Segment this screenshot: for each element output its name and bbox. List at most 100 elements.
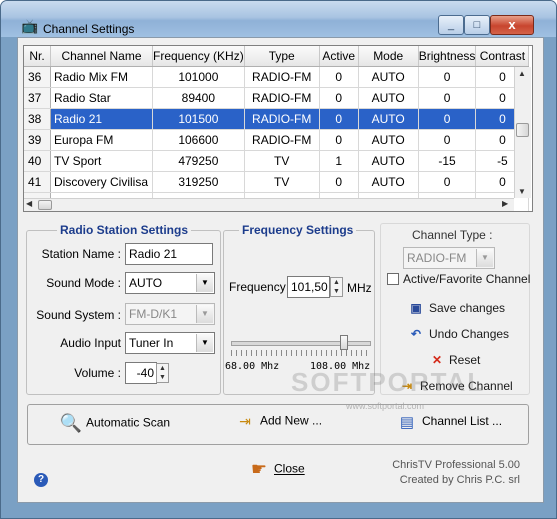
table-cell-active[interactable]: 0 bbox=[319, 108, 359, 130]
chevron-down-icon[interactable]: ▼ bbox=[196, 334, 213, 352]
table-vertical-scrollbar[interactable]: ▲ ▼ bbox=[514, 67, 531, 198]
chevron-down-icon[interactable]: ▼ bbox=[196, 305, 213, 323]
table-cell-freq[interactable]: 106600 bbox=[152, 129, 245, 151]
horizontal-scroll-thumb[interactable] bbox=[38, 200, 52, 210]
table-cell-mode[interactable]: AUTO bbox=[358, 108, 419, 130]
maximize-button[interactable]: □ bbox=[464, 15, 490, 35]
column-header-contrast[interactable]: Contrast bbox=[475, 46, 530, 67]
table-cell-name[interactable]: Europa FM bbox=[50, 129, 153, 151]
sound-system-select[interactable]: FM-D/K1 ▼ bbox=[125, 303, 215, 325]
table-row[interactable]: 41 Discovery Civilisa 319250 TV 0 AUTO 0 0 bbox=[24, 171, 530, 193]
frequency-slider-thumb[interactable] bbox=[340, 335, 349, 350]
radio-station-settings-title: Radio Station Settings bbox=[57, 223, 192, 237]
title-bar[interactable]: 📺 Channel Settings _ □ x bbox=[1, 1, 556, 37]
table-cell-active[interactable]: 0 bbox=[319, 129, 359, 151]
table-cell-name[interactable]: Discovery Civilisa bbox=[50, 171, 153, 193]
column-header-nr[interactable]: Nr. bbox=[24, 46, 51, 67]
audio-input-select[interactable]: Tuner In ▼ bbox=[125, 332, 215, 354]
table-cell-freq[interactable]: 101500 bbox=[152, 108, 245, 130]
chevron-down-icon[interactable]: ▼ bbox=[196, 274, 213, 292]
spin-down-icon[interactable]: ▼ bbox=[331, 287, 342, 296]
table-cell-brightness[interactable]: -15 bbox=[418, 150, 477, 172]
column-header-active[interactable]: Active bbox=[319, 46, 359, 67]
table-cell-brightness[interactable]: 0 bbox=[418, 66, 477, 88]
spin-down-icon[interactable]: ▼ bbox=[157, 373, 168, 382]
table-cell-brightness[interactable]: 0 bbox=[418, 129, 477, 151]
table-cell-name[interactable]: Radio Star bbox=[50, 87, 153, 109]
table-cell-nr[interactable]: 37 bbox=[24, 87, 51, 109]
table-cell-active[interactable]: 0 bbox=[319, 66, 359, 88]
table-cell-nr[interactable]: 41 bbox=[24, 171, 51, 193]
table-cell-type[interactable]: RADIO-FM bbox=[244, 66, 320, 88]
table-row[interactable]: 36 Radio Mix FM 101000 RADIO-FM 0 AUTO 0 0 bbox=[24, 66, 530, 88]
table-cell-active[interactable]: 1 bbox=[319, 150, 359, 172]
table-cell-brightness[interactable]: 0 bbox=[418, 171, 477, 193]
vertical-scroll-thumb[interactable] bbox=[516, 123, 529, 137]
channel-type-select[interactable]: RADIO-FM ▼ bbox=[403, 247, 495, 269]
close-button[interactable]: ☛ Close bbox=[247, 459, 305, 480]
column-header-channel-name[interactable]: Channel Name bbox=[50, 46, 153, 67]
scroll-up-arrow-icon[interactable]: ▲ bbox=[518, 69, 526, 78]
spin-up-icon[interactable]: ▲ bbox=[331, 278, 342, 287]
column-header-frequency[interactable]: Frequency (KHz) bbox=[152, 46, 245, 67]
column-header-brightness[interactable]: Brightness bbox=[418, 46, 477, 67]
table-cell-type[interactable]: RADIO-FM bbox=[244, 129, 320, 151]
table-cell-brightness[interactable]: 0 bbox=[418, 108, 477, 130]
table-cell-nr[interactable]: 36 bbox=[24, 66, 51, 88]
help-icon[interactable]: ? bbox=[34, 473, 48, 487]
frequency-input[interactable]: 101,50 bbox=[287, 276, 330, 298]
table-cell-mode[interactable]: AUTO bbox=[358, 66, 419, 88]
minimize-button[interactable]: _ bbox=[438, 15, 464, 35]
table-cell-nr[interactable]: 40 bbox=[24, 150, 51, 172]
undo-changes-button[interactable]: ↶ Undo Changes bbox=[408, 327, 509, 341]
active-favorite-label[interactable]: Active/Favorite Channel bbox=[403, 272, 530, 286]
table-cell-freq[interactable]: 101000 bbox=[152, 66, 245, 88]
table-cell-brightness[interactable]: 0 bbox=[418, 87, 477, 109]
table-cell-freq[interactable]: 89400 bbox=[152, 87, 245, 109]
table-row[interactable]: 40 TV Sport 479250 TV 1 AUTO -15 -5 bbox=[24, 150, 530, 172]
table-cell-mode[interactable]: AUTO bbox=[358, 171, 419, 193]
scroll-down-arrow-icon[interactable]: ▼ bbox=[518, 187, 526, 196]
spin-up-icon[interactable]: ▲ bbox=[157, 364, 168, 373]
scroll-right-arrow-icon[interactable]: ▶ bbox=[502, 199, 508, 208]
table-cell-type[interactable]: TV bbox=[244, 171, 320, 193]
table-cell-nr[interactable]: 39 bbox=[24, 129, 51, 151]
table-cell-name[interactable]: Radio Mix FM bbox=[50, 66, 153, 88]
table-cell-type[interactable]: TV bbox=[244, 150, 320, 172]
volume-spinner[interactable]: ▲ ▼ bbox=[156, 363, 169, 383]
table-cell-freq[interactable]: 479250 bbox=[152, 150, 245, 172]
scroll-left-arrow-icon[interactable]: ◀ bbox=[26, 199, 32, 208]
table-cell-name[interactable]: TV Sport bbox=[50, 150, 153, 172]
station-name-input[interactable]: Radio 21 bbox=[125, 243, 213, 265]
volume-input[interactable]: -40 bbox=[125, 362, 157, 384]
table-row[interactable]: 38 Radio 21 101500 RADIO-FM 0 AUTO 0 0 bbox=[24, 108, 530, 130]
chevron-down-icon[interactable]: ▼ bbox=[476, 249, 493, 267]
add-new-button[interactable]: ⇥ Add New ... bbox=[233, 413, 322, 430]
close-window-button[interactable]: x bbox=[490, 15, 534, 35]
table-cell-active[interactable]: 0 bbox=[319, 87, 359, 109]
table-row[interactable]: 37 Radio Star 89400 RADIO-FM 0 AUTO 0 0 bbox=[24, 87, 530, 109]
table-cell-mode[interactable]: AUTO bbox=[358, 150, 419, 172]
table-cell-mode[interactable]: AUTO bbox=[358, 87, 419, 109]
undo-icon: ↶ bbox=[410, 327, 422, 341]
table-horizontal-scrollbar[interactable]: ◀ ▶ bbox=[24, 198, 514, 211]
channel-list-button[interactable]: ▤ Channel List ... bbox=[395, 413, 502, 431]
frequency-slider-track[interactable] bbox=[231, 341, 371, 346]
table-cell-active[interactable]: 0 bbox=[319, 171, 359, 193]
table-cell-mode[interactable]: AUTO bbox=[358, 129, 419, 151]
sound-mode-select[interactable]: AUTO ▼ bbox=[125, 272, 215, 294]
save-changes-button[interactable]: ▣ Save changes bbox=[408, 301, 505, 315]
table-cell-type[interactable]: RADIO-FM bbox=[244, 87, 320, 109]
table-cell-freq[interactable]: 319250 bbox=[152, 171, 245, 193]
automatic-scan-button[interactable]: 🔍 Automatic Scan bbox=[59, 413, 170, 434]
frequency-spinner[interactable]: ▲ ▼ bbox=[330, 277, 343, 297]
channel-table[interactable]: Nr. Channel Name Frequency (KHz) Type Ac… bbox=[23, 45, 533, 212]
column-header-type[interactable]: Type bbox=[244, 46, 320, 67]
active-favorite-checkbox[interactable] bbox=[387, 273, 399, 285]
table-cell-type[interactable]: RADIO-FM bbox=[244, 108, 320, 130]
table-cell-nr[interactable]: 38 bbox=[24, 108, 51, 130]
column-header-mode[interactable]: Mode bbox=[358, 46, 419, 67]
table-cell-name[interactable]: Radio 21 bbox=[50, 108, 153, 130]
reset-button[interactable]: ✕ Reset bbox=[429, 353, 480, 367]
table-row[interactable]: 39 Europa FM 106600 RADIO-FM 0 AUTO 0 0 bbox=[24, 129, 530, 151]
